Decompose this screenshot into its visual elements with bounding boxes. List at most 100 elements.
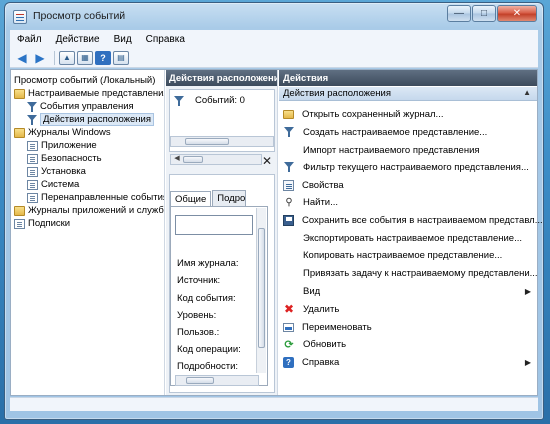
toolbar-separator: [54, 50, 55, 65]
help-icon: ?: [283, 356, 294, 368]
forward-button[interactable]: ▶: [32, 51, 48, 65]
menu-action[interactable]: Действие: [49, 34, 107, 45]
tree-item-admin-events[interactable]: События управления: [27, 100, 134, 113]
scrollbar-thumb[interactable]: [183, 156, 203, 163]
tree-item-security[interactable]: Безопасность: [27, 152, 102, 165]
folder-icon: [14, 88, 25, 99]
close-preview-button[interactable]: ✕: [262, 154, 272, 168]
action-create-custom-view[interactable]: Создать настраиваемое представление...: [279, 124, 537, 140]
action-label: Свойства: [302, 179, 344, 191]
actions-section-header[interactable]: Действия расположения ▲: [279, 87, 537, 101]
event-preview-tabs: Общие Подробности: [170, 190, 247, 207]
event-viewer-app-icon[interactable]: [13, 10, 27, 24]
title-bar[interactable]: Просмотр событий — □ ✕: [5, 3, 543, 29]
general-tab-vscrollbar[interactable]: [256, 208, 266, 373]
show-action-pane-button[interactable]: ▤: [113, 50, 129, 65]
tree-item-label: Журналы Windows: [28, 127, 111, 138]
filter-icon: [283, 161, 295, 173]
tree-item-label: Система: [41, 179, 80, 190]
close-button[interactable]: ✕: [497, 5, 537, 22]
open-log-icon: [283, 109, 294, 119]
action-import-custom-view[interactable]: Импорт настраиваемого представления: [279, 142, 537, 158]
action-delete[interactable]: ✖ Удалить: [279, 301, 537, 317]
events-list-hscrollbar[interactable]: [170, 136, 274, 147]
tree-item-label: Приложение: [41, 140, 97, 151]
action-view[interactable]: Вид ▶: [279, 283, 537, 299]
action-label: Вид: [303, 285, 321, 297]
action-rename[interactable]: Переименовать: [279, 319, 537, 335]
log-icon: [27, 153, 38, 164]
tree-item-label: Журналы приложений и служб: [28, 205, 164, 216]
create-filter-icon: [283, 126, 295, 138]
tree-item-app-services-logs[interactable]: Журналы приложений и служб: [14, 204, 164, 217]
scrollbar-thumb[interactable]: [186, 377, 214, 384]
help-button[interactable]: ?: [95, 50, 111, 65]
action-label: Фильтр текущего настраиваемого представл…: [303, 161, 529, 173]
tree-item-label: Установка: [41, 166, 86, 177]
view-pane-icon: ▤: [117, 53, 125, 62]
actions-section-label: Действия расположения: [283, 88, 391, 99]
tab-general[interactable]: Общие: [170, 191, 212, 207]
log-icon: [27, 166, 38, 177]
tree-item-label: Действия расположения: [40, 113, 154, 126]
minimize-button[interactable]: —: [447, 5, 471, 22]
tree-item-location-actions[interactable]: Действия расположения: [27, 113, 154, 126]
arrow-left-icon: ◀: [17, 50, 27, 65]
action-open-saved-log[interactable]: Открыть сохраненный журнал...: [279, 106, 537, 122]
submenu-arrow-icon: ▶: [524, 357, 531, 367]
log-icon: [27, 140, 38, 151]
tree-item-forwarded-events[interactable]: Перенаправленные события: [27, 191, 165, 204]
action-label: Найти...: [303, 196, 339, 208]
action-label: Удалить: [303, 303, 340, 315]
tree-item-application[interactable]: Приложение: [27, 139, 97, 152]
back-button[interactable]: ◀: [14, 51, 30, 65]
tree-item-label: Безопасность: [41, 153, 102, 164]
action-refresh[interactable]: ⟳ Обновить: [279, 336, 537, 352]
tree-item-custom-views[interactable]: Настраиваемые представления: [14, 87, 164, 100]
folder-icon: [14, 205, 25, 216]
action-filter-current-view[interactable]: Фильтр текущего настраиваемого представл…: [279, 159, 537, 175]
action-label: Копировать настраиваемое представление..…: [303, 249, 503, 261]
scrollbar-thumb[interactable]: [185, 138, 229, 145]
delete-icon: ✖: [283, 302, 295, 316]
action-label: Создать настраиваемое представление...: [303, 126, 488, 138]
tree-item-subscriptions[interactable]: Подписки: [14, 217, 70, 230]
show-hide-tree-button[interactable]: ▦: [77, 50, 93, 65]
arrow-right-icon: ▶: [35, 50, 45, 65]
action-label: Переименовать: [302, 321, 372, 333]
tab-details[interactable]: Подробности: [212, 190, 247, 206]
action-label: Привязать задачу к настраиваемому предст…: [303, 267, 538, 279]
action-blank-icon: [283, 249, 295, 261]
action-copy-custom-view[interactable]: Копировать настраиваемое представление..…: [279, 247, 537, 263]
action-help[interactable]: ? Справка ▶: [279, 354, 537, 370]
tree-item-system[interactable]: Система: [27, 178, 79, 191]
action-find[interactable]: ⚲ Найти...: [279, 194, 537, 210]
tree-item-root[interactable]: Просмотр событий (Локальный): [14, 74, 155, 87]
general-tab-hscrollbar[interactable]: [175, 375, 259, 386]
action-save-all-events[interactable]: Сохранить все события в настраиваемом пр…: [279, 212, 543, 228]
menu-view[interactable]: Вид: [107, 34, 139, 45]
tree-item-label: Перенаправленные события: [41, 192, 165, 203]
scroll-left-icon[interactable]: ◀: [172, 154, 182, 162]
tree-item-setup[interactable]: Установка: [27, 165, 86, 178]
pane-hscrollbar[interactable]: ◀: [170, 154, 262, 165]
menu-file[interactable]: Файл: [10, 34, 49, 45]
collapse-up-icon[interactable]: ▲: [523, 88, 531, 97]
folder-up-button[interactable]: ▲: [59, 50, 75, 65]
event-description-box[interactable]: [175, 215, 253, 235]
actions-pane: Действия Действия расположения ▲ Открыть…: [279, 70, 543, 395]
help-icon: ?: [100, 52, 106, 63]
field-log-name: Имя журнала:: [177, 258, 239, 269]
action-export-custom-view[interactable]: Экспортировать настраиваемое представлен…: [279, 230, 537, 246]
find-icon: ⚲: [285, 196, 293, 208]
subscriptions-icon: [14, 218, 25, 229]
action-attach-task[interactable]: Привязать задачу к настраиваемому предст…: [279, 265, 538, 281]
action-properties[interactable]: Свойства: [279, 177, 537, 193]
events-count-row: Событий: 0: [174, 95, 245, 106]
save-icon: [283, 214, 294, 226]
action-label: Импорт настраиваемого представления: [303, 144, 480, 156]
scrollbar-thumb[interactable]: [258, 228, 265, 348]
tree-item-windows-logs[interactable]: Журналы Windows: [14, 126, 111, 139]
maximize-button[interactable]: □: [472, 5, 496, 22]
menu-help[interactable]: Справка: [139, 34, 192, 45]
